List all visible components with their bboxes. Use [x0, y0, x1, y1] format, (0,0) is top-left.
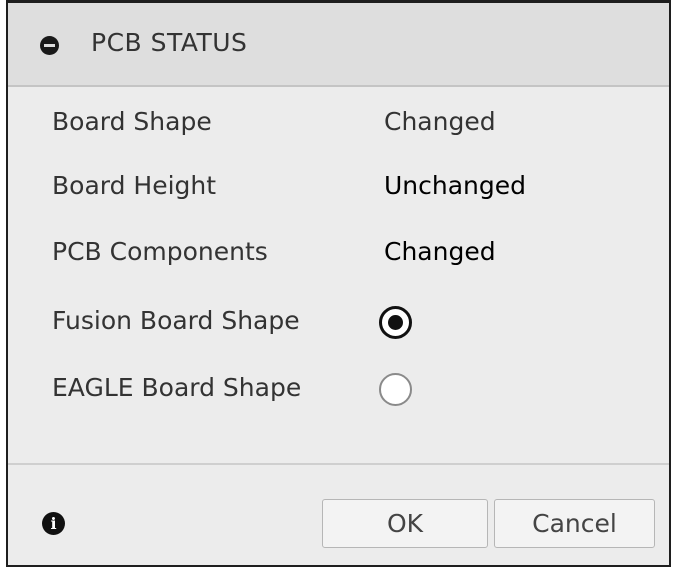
ok-button[interactable]: OK: [322, 499, 488, 548]
pcb-components-label: PCB Components: [52, 237, 268, 266]
fusion-board-shape-option[interactable]: Fusion Board Shape: [52, 306, 652, 346]
cancel-button[interactable]: Cancel: [494, 499, 655, 548]
pcb-components-value: Changed: [384, 237, 496, 266]
footer-divider: [8, 463, 669, 465]
pcb-status-dialog: PCB STATUS Board Shape Changed Board Hei…: [6, 0, 671, 567]
panel-header[interactable]: PCB STATUS: [8, 3, 669, 87]
pcb-components-row: PCB Components Changed: [52, 237, 652, 277]
board-height-row: Board Height Unchanged: [52, 171, 652, 211]
eagle-board-shape-radio[interactable]: [379, 373, 412, 406]
fusion-board-shape-label[interactable]: Fusion Board Shape: [52, 306, 300, 335]
board-shape-label: Board Shape: [52, 107, 212, 136]
board-shape-row: Board Shape Changed: [52, 107, 652, 147]
fusion-board-shape-radio[interactable]: [379, 306, 412, 339]
eagle-board-shape-label[interactable]: EAGLE Board Shape: [52, 373, 301, 402]
collapse-icon[interactable]: [40, 36, 59, 55]
board-shape-value: Changed: [384, 107, 496, 136]
info-icon[interactable]: i: [42, 512, 65, 535]
panel-title: PCB STATUS: [91, 28, 248, 57]
board-height-label: Board Height: [52, 171, 217, 200]
board-height-value: Unchanged: [384, 171, 527, 200]
eagle-board-shape-option[interactable]: EAGLE Board Shape: [52, 373, 652, 413]
